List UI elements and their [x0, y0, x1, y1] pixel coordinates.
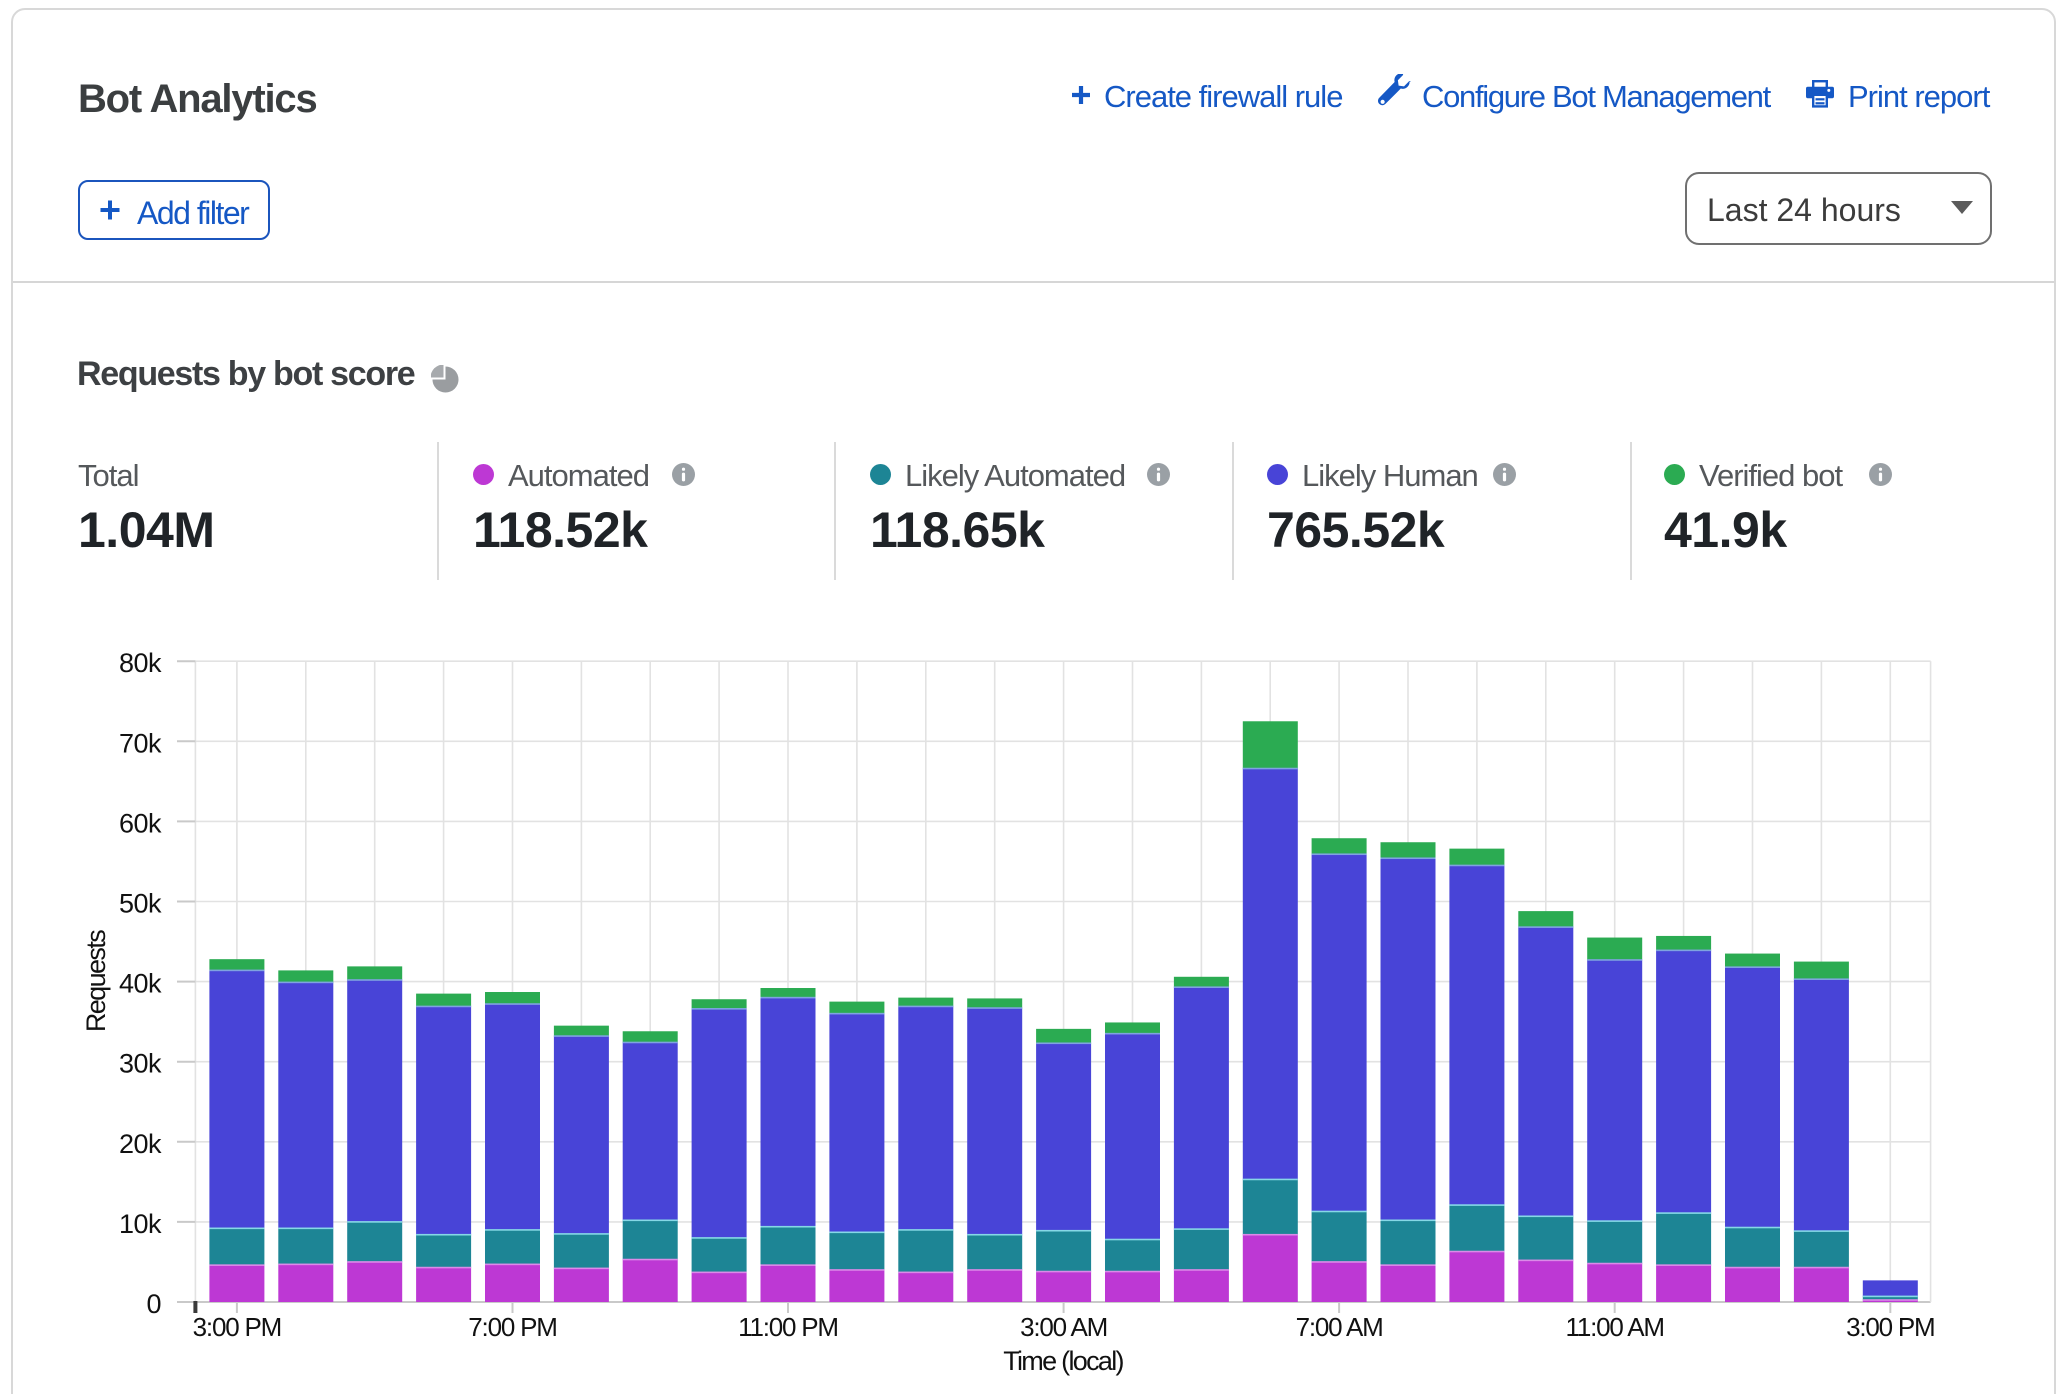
svg-text:50k: 50k [119, 889, 162, 919]
svg-text:20k: 20k [119, 1129, 162, 1159]
svg-text:Requests: Requests [81, 930, 111, 1032]
svg-text:3:00 PM: 3:00 PM [193, 1312, 281, 1342]
svg-text:80k: 80k [119, 648, 162, 678]
svg-text:40k: 40k [119, 969, 162, 999]
svg-text:7:00 PM: 7:00 PM [468, 1312, 556, 1342]
svg-text:7:00 AM: 7:00 AM [1296, 1312, 1383, 1342]
svg-text:70k: 70k [119, 728, 162, 758]
svg-text:0: 0 [146, 1289, 161, 1319]
svg-text:3:00 AM: 3:00 AM [1020, 1312, 1107, 1342]
svg-text:60k: 60k [119, 808, 162, 838]
svg-text:30k: 30k [119, 1049, 162, 1079]
svg-text:11:00 PM: 11:00 PM [738, 1312, 838, 1342]
svg-text:3:00 PM: 3:00 PM [1846, 1312, 1934, 1342]
svg-text:Time (local): Time (local) [1003, 1346, 1123, 1376]
svg-text:10k: 10k [119, 1209, 162, 1239]
svg-text:11:00 AM: 11:00 AM [1566, 1312, 1664, 1342]
